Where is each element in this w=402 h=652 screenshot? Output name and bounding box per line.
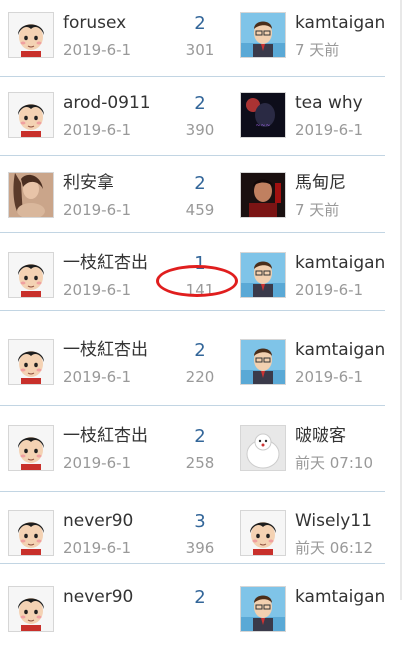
author-name[interactable]: 一枝紅杏出 bbox=[63, 340, 148, 360]
cartoon-boy-icon[interactable] bbox=[8, 12, 54, 58]
last-poster-name[interactable]: 啵啵客 bbox=[295, 426, 346, 446]
last-poster-name[interactable]: kamtaigan bbox=[295, 587, 385, 607]
cartoon-boy-icon[interactable] bbox=[8, 252, 54, 298]
author-name[interactable]: arod-0911 bbox=[63, 93, 151, 113]
last-poster-name[interactable]: Wisely11 bbox=[295, 511, 372, 531]
view-count: 396 bbox=[185, 539, 215, 557]
table-row[interactable]: never90 2 kamtaigan bbox=[0, 574, 402, 652]
table-row[interactable]: 利安拿 2019-6-1 2 459 馬甸尼 7 天前 bbox=[0, 160, 402, 238]
cartoon-man-glasses-icon[interactable] bbox=[240, 12, 286, 58]
view-count: 390 bbox=[185, 121, 215, 139]
last-post-date[interactable]: 前天 06:12 bbox=[295, 538, 373, 558]
author-date: 2019-6-1 bbox=[63, 368, 132, 386]
last-poster-name[interactable]: kamtaigan bbox=[295, 340, 385, 360]
cartoon-boy-icon[interactable] bbox=[8, 339, 54, 385]
svg-text:~~~: ~~~ bbox=[255, 122, 270, 129]
view-count: 301 bbox=[185, 41, 215, 59]
white-cat-avatar-icon[interactable] bbox=[240, 425, 286, 471]
cartoon-man-glasses-icon[interactable] bbox=[240, 252, 286, 298]
author-date: 2019-6-1 bbox=[63, 121, 132, 139]
author-name[interactable]: never90 bbox=[63, 511, 133, 531]
author-name[interactable]: 一枝紅杏出 bbox=[63, 426, 148, 446]
cartoon-boy-icon[interactable] bbox=[240, 510, 286, 556]
table-row[interactable]: never90 2019-6-1 3 396 Wisely11 前天 06:12 bbox=[0, 498, 402, 576]
cartoon-man-glasses-icon[interactable] bbox=[240, 586, 286, 632]
table-row[interactable]: arod-0911 2019-6-1 2 390 ~~~ tea why 2019-6-1 bbox=[0, 80, 402, 158]
last-post-date[interactable]: 2019-6-1 bbox=[295, 367, 363, 387]
last-poster-name[interactable]: kamtaigan bbox=[295, 13, 385, 33]
author-date: 2019-6-1 bbox=[63, 281, 132, 299]
last-post-date[interactable]: 前天 07:10 bbox=[295, 453, 373, 473]
dark-photo-avatar-icon[interactable]: ~~~ bbox=[240, 92, 286, 138]
author-name[interactable]: forusex bbox=[63, 13, 126, 33]
reply-count[interactable]: 3 bbox=[180, 512, 220, 532]
reply-count[interactable]: 2 bbox=[180, 14, 220, 34]
cartoon-boy-icon[interactable] bbox=[8, 510, 54, 556]
last-post-date[interactable]: 7 天前 bbox=[295, 40, 339, 60]
cartoon-boy-icon[interactable] bbox=[8, 586, 54, 632]
cartoon-man-glasses-icon[interactable] bbox=[240, 339, 286, 385]
author-date: 2019-6-1 bbox=[63, 539, 132, 557]
cartoon-boy-icon[interactable] bbox=[8, 425, 54, 471]
last-post-date[interactable]: 2019-6-1 bbox=[295, 280, 363, 300]
last-poster-name[interactable]: 馬甸尼 bbox=[295, 173, 346, 193]
last-post-date[interactable]: 2019-6-1 bbox=[295, 120, 363, 140]
table-row[interactable]: 一枝紅杏出 2019-6-1 2 258 啵啵客前天 07:10 bbox=[0, 413, 402, 491]
woman-photo-avatar-icon[interactable] bbox=[8, 172, 54, 218]
reply-count[interactable]: 2 bbox=[180, 174, 220, 194]
cartoon-boy-icon[interactable] bbox=[8, 92, 54, 138]
author-date: 2019-6-1 bbox=[63, 454, 132, 472]
red-circle-annotation bbox=[156, 265, 238, 297]
table-row[interactable]: 一枝紅杏出 2019-6-1 2 220 kamtaigan 2019-6-1 bbox=[0, 327, 402, 405]
man-photo-avatar-icon[interactable] bbox=[240, 172, 286, 218]
reply-count[interactable]: 2 bbox=[180, 427, 220, 447]
last-poster-name[interactable]: kamtaigan bbox=[295, 253, 385, 273]
author-date: 2019-6-1 bbox=[63, 201, 132, 219]
author-date: 2019-6-1 bbox=[63, 41, 132, 59]
table-row[interactable]: forusex 2019-6-1 2 301 kamtaigan 7 天前 bbox=[0, 0, 402, 78]
row-separator bbox=[0, 405, 385, 406]
author-name[interactable]: 一枝紅杏出 bbox=[63, 253, 148, 273]
reply-count[interactable]: 2 bbox=[180, 588, 220, 608]
reply-count[interactable]: 2 bbox=[180, 341, 220, 361]
reply-count[interactable]: 2 bbox=[180, 94, 220, 114]
thread-list: forusex 2019-6-1 2 301 kamtaigan 7 天前 arod-0… bbox=[0, 0, 402, 632]
view-count: 220 bbox=[185, 368, 215, 386]
last-post-date[interactable]: 7 天前 bbox=[295, 200, 339, 220]
view-count: 459 bbox=[185, 201, 215, 219]
last-poster-name[interactable]: tea why bbox=[295, 93, 363, 113]
author-name[interactable]: never90 bbox=[63, 587, 133, 607]
row-separator bbox=[0, 491, 385, 492]
view-count: 258 bbox=[185, 454, 215, 472]
author-name[interactable]: 利安拿 bbox=[63, 173, 114, 193]
